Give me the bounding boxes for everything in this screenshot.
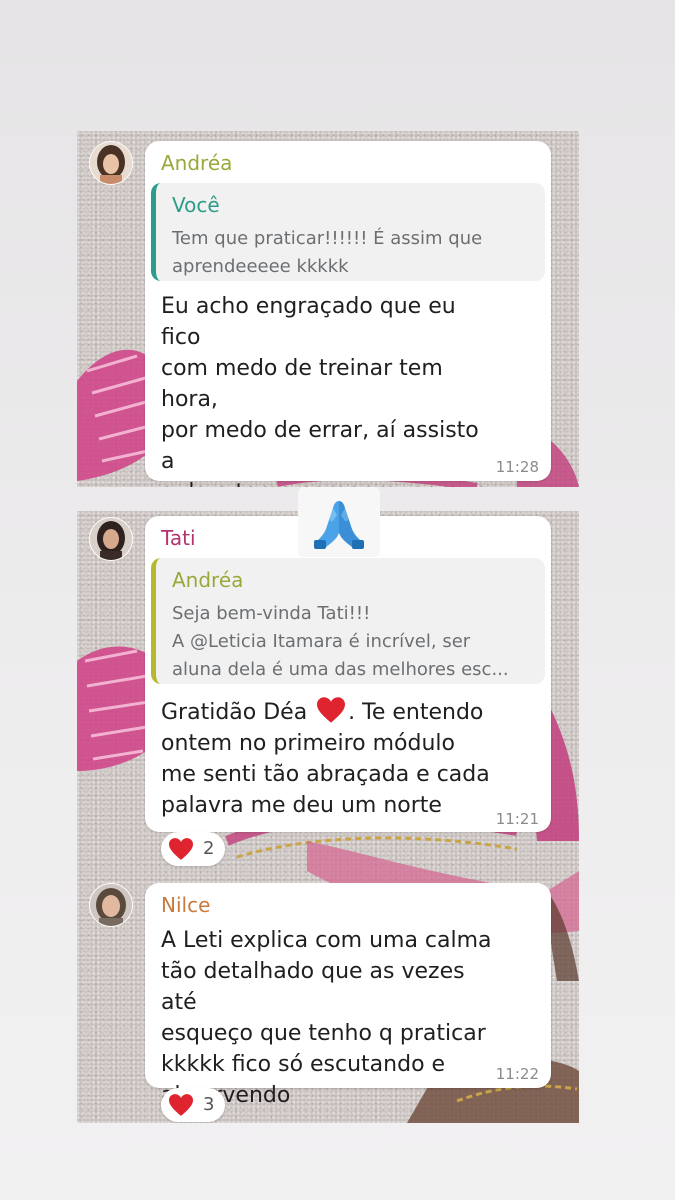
message-bubble[interactable]: Tati Andréa Seja bem-vinda Tati!!! A @Le… — [145, 516, 551, 832]
quote-text: Seja bem-vinda Tati!!! A @Leticia Itamar… — [172, 603, 509, 680]
red-heart-icon — [317, 697, 346, 723]
message-text: Gratidão Déa . Te entendo ontem no prime… — [161, 696, 541, 821]
reaction-badge[interactable]: 2 — [161, 832, 225, 866]
chat-screenshot-2: Tati Andréa Seja bem-vinda Tati!!! A @Le… — [77, 511, 579, 1123]
message-time: 11:21 — [495, 810, 539, 828]
quote-text: Tem que praticar!!!!!! É assim que apren… — [172, 228, 483, 277]
quote-author: Andréa — [172, 568, 244, 592]
avatar-tati[interactable] — [89, 517, 133, 561]
message-bubble[interactable]: Nilce A Leti explica com uma calma tão d… — [145, 883, 551, 1108]
red-heart-icon — [169, 1094, 193, 1116]
avatar-nilce[interactable] — [89, 883, 133, 927]
reaction-badge[interactable]: 3 — [161, 1088, 225, 1122]
sticker-card — [298, 487, 380, 557]
message-time: 11:22 — [495, 1065, 539, 1083]
avatar-andrea[interactable] — [89, 141, 133, 185]
reaction-count: 3 — [203, 1094, 215, 1115]
quoted-message[interactable]: Andréa Seja bem-vinda Tati!!! A @Leticia… — [151, 558, 545, 684]
sender-name[interactable]: Andréa — [161, 151, 232, 175]
red-heart-icon — [169, 838, 193, 860]
sender-name[interactable]: Tati — [161, 526, 196, 550]
reaction-count: 2 — [203, 838, 215, 859]
chat-screenshot-1: Andréa Você Tem que praticar!!!!!! É ass… — [77, 131, 579, 487]
message-text: Eu acho engraçado que eu fico com medo d… — [161, 294, 488, 487]
message-text: A Leti explica com uma calma tão detalha… — [161, 928, 492, 1108]
quoted-message[interactable]: Você Tem que praticar!!!!!! É assim que … — [151, 183, 545, 281]
message-time: 11:28 — [495, 458, 539, 476]
folded-hands-emoji-icon — [314, 501, 364, 549]
sender-name[interactable]: Nilce — [161, 893, 210, 917]
message-bubble[interactable]: Andréa Você Tem que praticar!!!!!! É ass… — [145, 141, 551, 487]
quote-author: Você — [172, 193, 220, 217]
